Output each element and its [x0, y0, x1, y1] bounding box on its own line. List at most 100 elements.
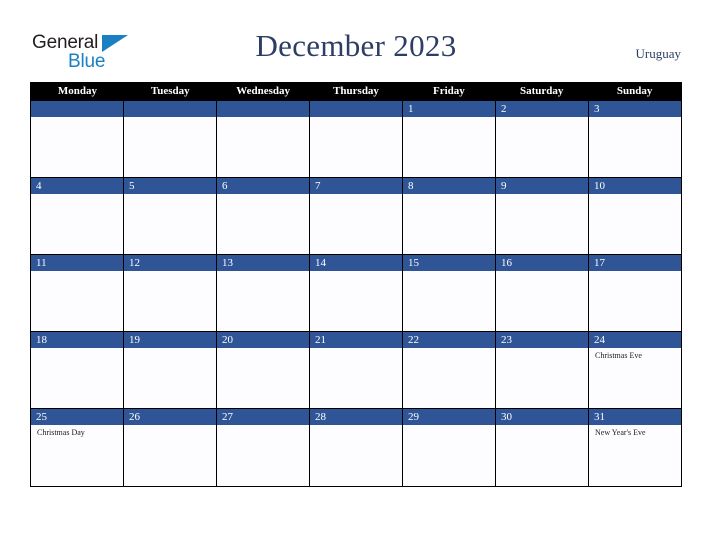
day-body: Christmas Eve — [589, 348, 681, 408]
day-body — [310, 117, 402, 177]
day-body — [31, 117, 123, 177]
day-number: 1 — [403, 101, 495, 117]
day-number: 22 — [403, 332, 495, 348]
day-cell[interactable]: 11 — [31, 255, 124, 331]
day-event: Christmas Eve — [595, 351, 642, 360]
day-body — [310, 348, 402, 408]
day-cell[interactable]: 6 — [217, 178, 310, 254]
day-event: New Year's Eve — [595, 428, 646, 437]
day-number: 18 — [31, 332, 123, 348]
calendar-week-row: 1 2 3 — [31, 101, 681, 178]
weekday-header-thursday: Thursday — [333, 85, 379, 97]
day-number: 13 — [217, 255, 309, 271]
weekday-header-row: Monday Tuesday Wednesday Thursday Friday… — [31, 82, 681, 101]
day-cell[interactable]: 28 — [310, 409, 403, 486]
day-body — [310, 271, 402, 331]
day-body — [310, 425, 402, 486]
day-cell[interactable]: 21 — [310, 332, 403, 408]
day-cell[interactable]: 13 — [217, 255, 310, 331]
day-number: 31 — [589, 409, 681, 425]
day-body — [403, 117, 495, 177]
weekday-header-saturday: Saturday — [520, 85, 564, 97]
calendar-week-row: 11 12 13 14 15 16 17 — [31, 255, 681, 332]
day-cell[interactable]: 17 — [589, 255, 681, 331]
day-number: 21 — [310, 332, 402, 348]
day-number: 11 — [31, 255, 123, 271]
day-body — [589, 117, 681, 177]
day-number — [31, 101, 123, 117]
day-number — [124, 101, 216, 117]
day-body — [496, 117, 588, 177]
day-cell[interactable]: 4 — [31, 178, 124, 254]
day-body — [124, 271, 216, 331]
day-cell[interactable]: 25 Christmas Day — [31, 409, 124, 486]
weekday-header-tuesday: Tuesday — [150, 85, 190, 97]
day-body — [403, 194, 495, 254]
day-number: 8 — [403, 178, 495, 194]
day-cell[interactable]: 22 — [403, 332, 496, 408]
day-body — [403, 348, 495, 408]
day-body — [496, 271, 588, 331]
day-cell[interactable]: 3 — [589, 101, 681, 177]
day-cell[interactable]: 12 — [124, 255, 217, 331]
calendar-week-row: 18 19 20 21 22 23 24 Christmas Eve — [31, 332, 681, 409]
day-number — [310, 101, 402, 117]
day-cell[interactable]: 20 — [217, 332, 310, 408]
day-cell[interactable]: 16 — [496, 255, 589, 331]
day-number: 9 — [496, 178, 588, 194]
day-number: 7 — [310, 178, 402, 194]
day-cell[interactable]: 2 — [496, 101, 589, 177]
day-number: 6 — [217, 178, 309, 194]
day-body — [496, 194, 588, 254]
day-number: 20 — [217, 332, 309, 348]
day-cell[interactable]: 9 — [496, 178, 589, 254]
day-cell[interactable]: 10 — [589, 178, 681, 254]
day-body — [124, 117, 216, 177]
calendar-week-row: 4 5 6 7 8 9 10 — [31, 178, 681, 255]
day-cell[interactable]: 8 — [403, 178, 496, 254]
day-cell[interactable]: 5 — [124, 178, 217, 254]
day-body — [403, 425, 495, 486]
day-number: 26 — [124, 409, 216, 425]
day-body — [217, 348, 309, 408]
day-body — [124, 348, 216, 408]
day-number: 12 — [124, 255, 216, 271]
weekday-header-sunday: Sunday — [616, 85, 653, 97]
day-cell[interactable] — [217, 101, 310, 177]
day-number: 30 — [496, 409, 588, 425]
weekday-header-wednesday: Wednesday — [236, 85, 291, 97]
day-cell[interactable] — [124, 101, 217, 177]
day-number: 10 — [589, 178, 681, 194]
day-cell[interactable]: 30 — [496, 409, 589, 486]
day-cell[interactable]: 18 — [31, 332, 124, 408]
day-body — [31, 194, 123, 254]
day-cell[interactable]: 19 — [124, 332, 217, 408]
day-body — [217, 425, 309, 486]
day-cell[interactable]: 31 New Year's Eve — [589, 409, 681, 486]
day-body — [217, 271, 309, 331]
day-cell[interactable]: 23 — [496, 332, 589, 408]
day-cell[interactable]: 1 — [403, 101, 496, 177]
day-number: 2 — [496, 101, 588, 117]
day-cell[interactable]: 7 — [310, 178, 403, 254]
day-cell[interactable]: 24 Christmas Eve — [589, 332, 681, 408]
day-number: 15 — [403, 255, 495, 271]
day-cell[interactable]: 26 — [124, 409, 217, 486]
day-number: 23 — [496, 332, 588, 348]
day-cell[interactable]: 14 — [310, 255, 403, 331]
day-body — [403, 271, 495, 331]
day-number: 28 — [310, 409, 402, 425]
day-number: 29 — [403, 409, 495, 425]
day-cell[interactable]: 15 — [403, 255, 496, 331]
calendar-grid: Monday Tuesday Wednesday Thursday Friday… — [30, 82, 682, 487]
day-cell[interactable]: 29 — [403, 409, 496, 486]
day-body — [31, 348, 123, 408]
day-number: 4 — [31, 178, 123, 194]
day-body: Christmas Day — [31, 425, 123, 486]
day-cell[interactable] — [310, 101, 403, 177]
country-label: Uruguay — [635, 46, 682, 61]
day-cell[interactable] — [31, 101, 124, 177]
day-cell[interactable]: 27 — [217, 409, 310, 486]
weekday-header-friday: Friday — [432, 85, 465, 97]
day-body — [589, 194, 681, 254]
